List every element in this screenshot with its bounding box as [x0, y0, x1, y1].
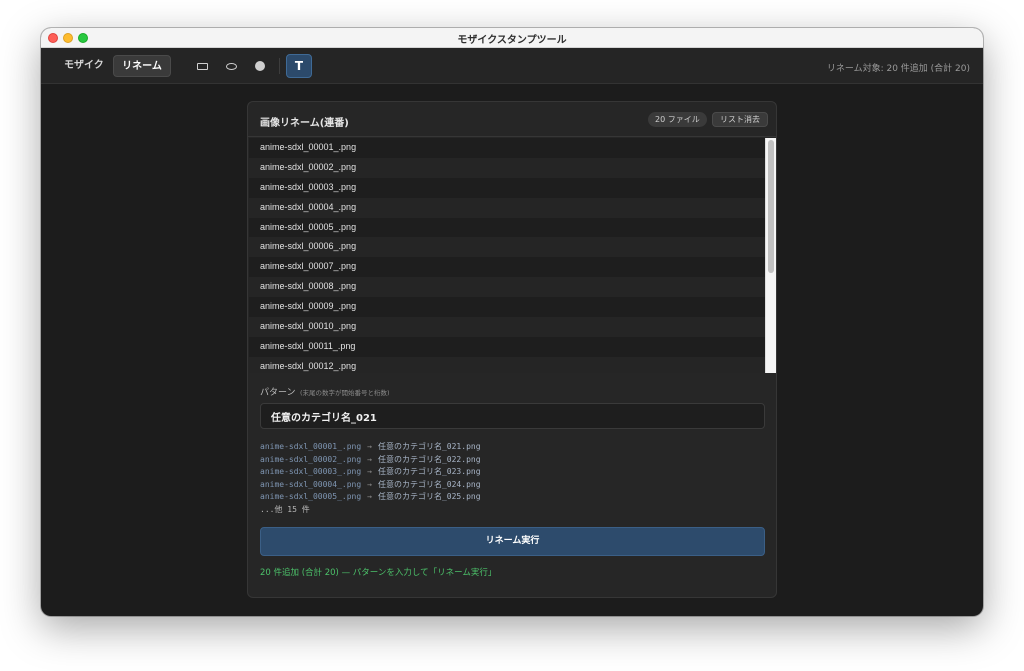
arrow-right-icon: →: [367, 454, 372, 464]
file-list-item[interactable]: anime-sdxl_00011_.png: [249, 336, 776, 357]
file-list-item[interactable]: anime-sdxl_00006_.png: [249, 237, 776, 258]
text-tool-button[interactable]: T: [286, 54, 312, 78]
preview-source-name: anime-sdxl_00005_.png: [260, 492, 362, 501]
panel-title: 画像リネーム(連番): [260, 118, 349, 129]
scrollbar-thumb[interactable]: [768, 140, 774, 273]
file-list-item[interactable]: anime-sdxl_00003_.png: [249, 177, 776, 198]
preview-source-name: anime-sdxl_00003_.png: [260, 467, 362, 476]
preview-source-name: anime-sdxl_00004_.png: [260, 479, 362, 489]
ellipse-icon: [225, 62, 237, 70]
preview-target-name: 任意のカテゴリ名_023.png: [377, 467, 481, 476]
preview-row: anime-sdxl_00004_.png → 任意のカテゴリ名_024.png: [260, 479, 481, 492]
file-list-item[interactable]: anime-sdxl_00001_.png: [249, 138, 776, 158]
rectangle-icon: [196, 62, 208, 70]
preview-target-name: 任意のカテゴリ名_024.png: [377, 479, 481, 489]
file-list-item[interactable]: anime-sdxl_00007_.png: [249, 257, 776, 278]
file-list-item[interactable]: anime-sdxl_00010_.png: [249, 317, 776, 337]
preview-source-name: anime-sdxl_00001_.png: [260, 442, 362, 451]
circle-icon: [255, 61, 265, 71]
file-list-item[interactable]: anime-sdxl_00002_.png: [249, 157, 776, 178]
file-list-item[interactable]: anime-sdxl_00008_.png: [249, 277, 776, 298]
arrow-right-icon: →: [367, 479, 372, 489]
preview-target-name: 任意のカテゴリ名_022.png: [377, 454, 481, 464]
window-title: モザイクスタンプツール: [457, 35, 567, 46]
preview-target-name: 任意のカテゴリ名_025.png: [377, 492, 481, 501]
pattern-hint: (末尾の数字が開始番号と桁数): [300, 389, 390, 397]
pattern-label: パターン: [260, 388, 296, 398]
file-list-scrollbar[interactable]: [765, 138, 776, 373]
file-list[interactable]: anime-sdxl_00001_.png anime-sdxl_00002_.p…: [249, 138, 776, 373]
file-count-badge: 20 ファイル: [648, 112, 707, 127]
preview-row: anime-sdxl_00003_.png → 任意のカテゴリ名_023.png: [260, 466, 481, 479]
arrow-right-icon: →: [367, 492, 372, 501]
clear-list-button[interactable]: リスト消去: [712, 112, 768, 127]
tab-mosaic[interactable]: モザイク: [53, 55, 115, 77]
rectangle-tool-button[interactable]: [191, 56, 213, 76]
preview-more-count: ...他 15 件: [260, 504, 310, 514]
preview-source-name: anime-sdxl_00002_.png: [260, 454, 362, 464]
toolbar-divider: [279, 58, 280, 74]
panel-header: 画像リネーム(連番) 20 ファイル リスト消去: [248, 102, 776, 137]
arrow-right-icon: →: [367, 467, 372, 476]
preview-row: anime-sdxl_00005_.png → 任意のカテゴリ名_025.png: [260, 491, 481, 504]
status-message: 20 件追加 (合計 20) — パターンを入力して「リネーム実行」: [260, 568, 497, 578]
preview-target-name: 任意のカテゴリ名_021.png: [377, 442, 481, 451]
tab-rename[interactable]: リネーム: [113, 55, 171, 77]
pattern-input[interactable]: [260, 403, 765, 429]
circle-tool-button[interactable]: [249, 56, 271, 76]
file-list-item[interactable]: anime-sdxl_00005_.png: [249, 217, 776, 238]
app-window: モザイクスタンプツール モザイク リネーム T リネーム対象: 20 件追加 (…: [41, 28, 983, 616]
title-bar: モザイクスタンプツール: [41, 28, 983, 48]
ellipse-tool-button[interactable]: [220, 56, 242, 76]
file-list-item[interactable]: anime-sdxl_00004_.png: [249, 197, 776, 218]
rename-panel: 画像リネーム(連番) 20 ファイル リスト消去 anime-sdxl_0000…: [247, 101, 777, 598]
execute-rename-button[interactable]: リネーム実行: [260, 527, 765, 556]
preview-row: anime-sdxl_00001_.png → 任意のカテゴリ名_021.png: [260, 441, 481, 454]
arrow-right-icon: →: [367, 442, 372, 451]
rename-target-status: リネーム対象: 20 件追加 (合計 20): [826, 64, 970, 74]
file-list-item[interactable]: anime-sdxl_00009_.png: [249, 297, 776, 318]
rename-preview: anime-sdxl_00001_.png → 任意のカテゴリ名_021.png an…: [260, 441, 481, 516]
file-list-item[interactable]: anime-sdxl_00012_.png: [249, 356, 776, 373]
toolbar: モザイク リネーム T リネーム対象: 20 件追加 (合計 20): [41, 48, 983, 84]
preview-row: anime-sdxl_00002_.png → 任意のカテゴリ名_022.png: [260, 454, 481, 467]
